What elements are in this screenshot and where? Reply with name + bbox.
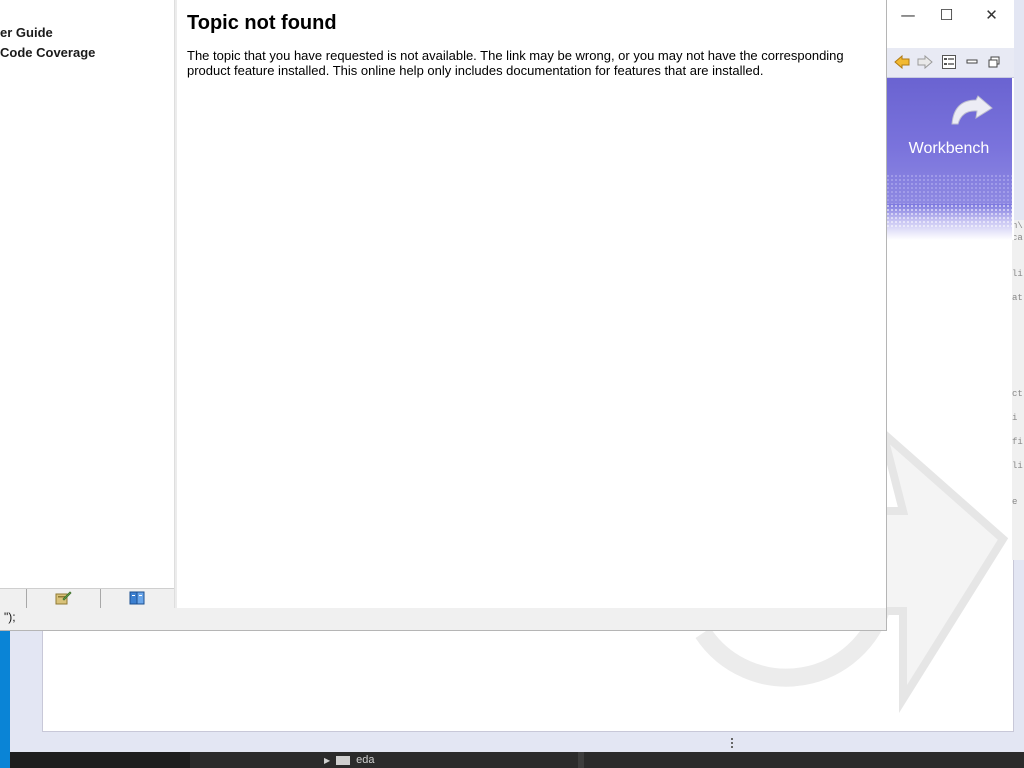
close-icon: ✕: [985, 6, 998, 24]
banner-fade: [886, 204, 1012, 240]
minimize-icon: —: [900, 6, 916, 24]
taskbar-item-label: eda: [356, 754, 375, 766]
workbench-logo-icon: [951, 95, 993, 125]
minimize-view-icon[interactable]: [964, 54, 980, 70]
taskbar: ▶ eda: [190, 752, 1024, 768]
tab-divider: [100, 589, 101, 608]
help-window: er Guide Code Coverage "); Topic not fou…: [0, 0, 887, 631]
toc-pane: er Guide Code Coverage: [0, 0, 174, 588]
page-body-text: The topic that you have requested is not…: [187, 48, 844, 78]
taskbar-separator: [578, 752, 584, 768]
toc-item[interactable]: er Guide: [0, 25, 53, 40]
toc-item[interactable]: Code Coverage: [0, 45, 95, 60]
minimize-window-button[interactable]: —: [892, 0, 924, 30]
page-title: Topic not found: [187, 12, 337, 34]
window-controls: — ☐ ✕: [886, 0, 1014, 32]
sash-handle[interactable]: [730, 738, 734, 752]
welcome-view-toolbar: [886, 48, 1014, 78]
taskbar-item[interactable]: ▶ eda: [324, 754, 375, 766]
maximize-icon: ☐: [939, 6, 954, 24]
help-content-pane: Topic not found The topic that you have …: [177, 0, 886, 608]
welcome-banner-title: Workbench: [908, 140, 990, 157]
expand-triangle-icon: ▶: [324, 755, 331, 765]
welcome-pane: — ☐ ✕ Workbench: [886, 0, 1014, 240]
welcome-banner: Workbench: [886, 78, 1012, 204]
toc-icon[interactable]: [941, 54, 957, 70]
editor-fragment-strip: n\ ca li at ct i fi li e: [1012, 220, 1024, 560]
folder-icon: [336, 755, 351, 765]
tab-divider: [26, 589, 27, 608]
bookmark-edit-icon[interactable]: [54, 590, 72, 606]
banner-dot-pattern: [886, 174, 1012, 204]
restore-view-icon[interactable]: [986, 54, 1002, 70]
toc-tab-bar: [0, 588, 174, 608]
book-icon[interactable]: [128, 590, 146, 606]
status-text: ");: [4, 610, 16, 624]
maximize-window-button[interactable]: ☐: [924, 0, 969, 30]
back-arrow-icon[interactable]: [894, 54, 910, 70]
close-window-button[interactable]: ✕: [969, 0, 1014, 30]
forward-arrow-icon[interactable]: [917, 54, 933, 70]
